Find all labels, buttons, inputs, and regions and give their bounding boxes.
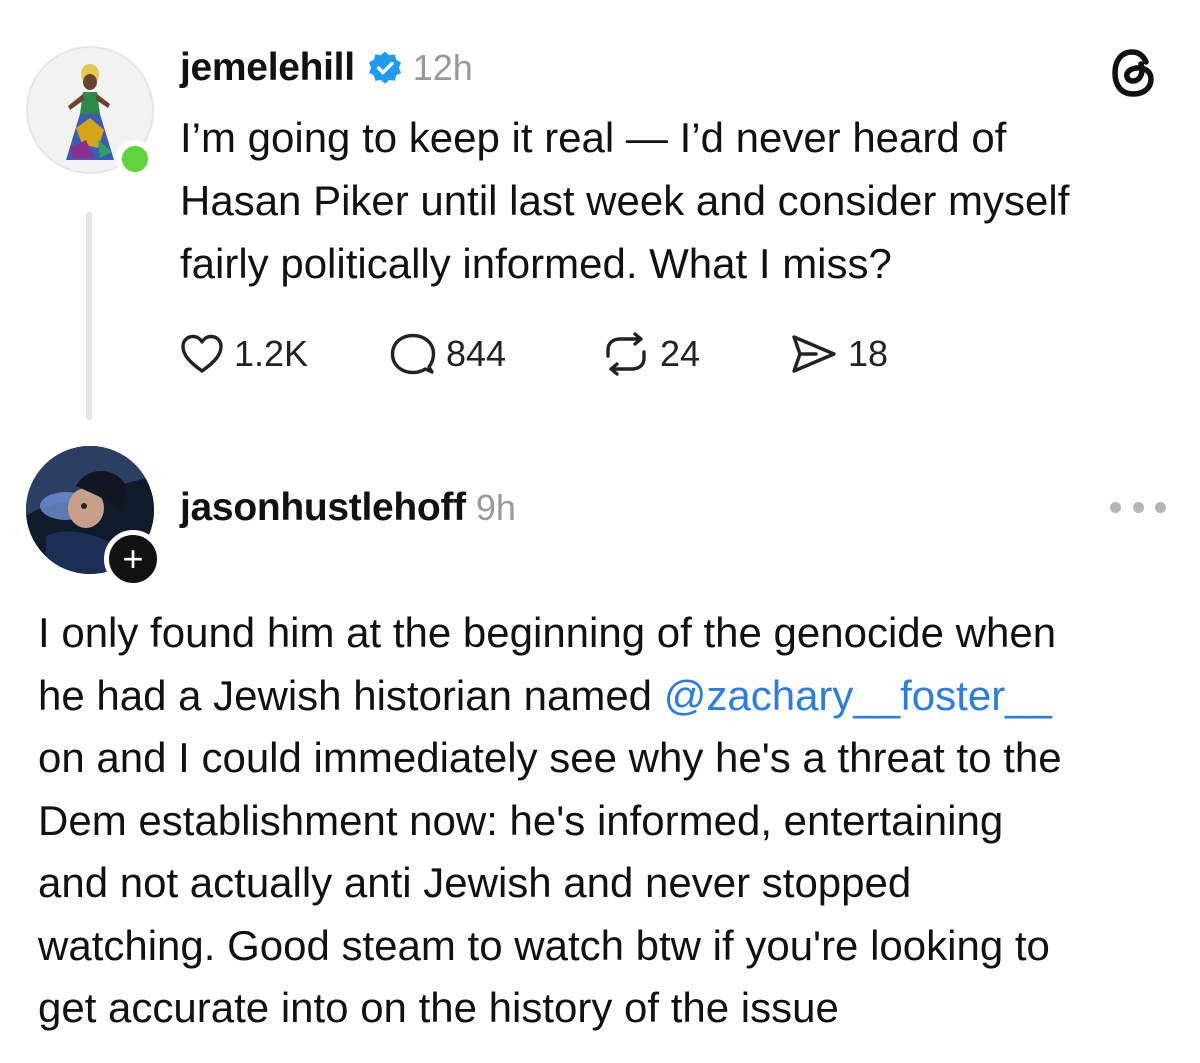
reply-text: I only found him at the beginning of the…: [38, 602, 1178, 1040]
username[interactable]: jemelehill: [180, 46, 355, 90]
post-text: I’m going to keep it real — I’d never he…: [180, 106, 1170, 295]
dot: [1110, 501, 1121, 513]
reply-text-line: watching. Good steam to watch btw if you…: [38, 921, 1050, 969]
like-count: 1.2K: [234, 333, 309, 374]
reply-count: 844: [446, 333, 507, 374]
share-button[interactable]: 18: [790, 333, 888, 375]
post-header: jemelehill 12h: [180, 40, 473, 96]
reply-text-line: and not actually anti Jewish and never s…: [38, 859, 912, 906]
reply-text-line: on and I could immediately see why he's …: [38, 734, 1062, 781]
dot: [1132, 501, 1144, 513]
reply-text-line: get accurate into on the history of the …: [38, 984, 839, 1031]
send-icon: [792, 335, 836, 373]
repost-button[interactable]: 24: [602, 332, 790, 376]
dot: [1155, 501, 1166, 513]
post-header: jasonhustlehoff 9h: [180, 480, 516, 536]
follow-button[interactable]: +: [104, 530, 162, 588]
repost-count: 24: [660, 333, 701, 374]
more-options-icon[interactable]: [1110, 490, 1166, 524]
reply-button[interactable]: 844: [390, 332, 602, 376]
thread-connector-line: [86, 212, 92, 420]
reply-text-line: Dem establishment now: he's informed, en…: [38, 796, 1004, 844]
like-button[interactable]: 1.2K: [180, 333, 390, 375]
reply-text-segment: he had a Jewish historian named: [38, 671, 664, 719]
comment-icon: [390, 333, 436, 375]
post-actions: 1.2K 844 24 18: [180, 326, 888, 382]
post-text-line: fairly politically informed. What I miss…: [180, 240, 892, 287]
reply-text-line: he had a Jewish historian named @zachary…: [38, 665, 1178, 728]
timestamp: 12h: [412, 47, 473, 88]
post-text-line: Hasan Piker until last week and consider…: [180, 177, 1070, 224]
heart-icon: [181, 334, 223, 373]
repost-icon: [606, 332, 646, 376]
threads-logo-icon[interactable]: [1108, 46, 1160, 100]
online-status-dot: [116, 140, 154, 178]
mention-link[interactable]: @zachary__foster__: [664, 672, 1052, 719]
share-count: 18: [848, 333, 889, 374]
post-text-line: I’m going to keep it real — I’d never he…: [180, 114, 1007, 161]
timestamp: 9h: [475, 487, 516, 528]
plus-icon: +: [122, 538, 144, 579]
verified-badge-icon: [368, 51, 401, 84]
username[interactable]: jasonhustlehoff: [180, 486, 466, 530]
reply-text-line: I only found him at the beginning of the…: [38, 609, 1057, 656]
